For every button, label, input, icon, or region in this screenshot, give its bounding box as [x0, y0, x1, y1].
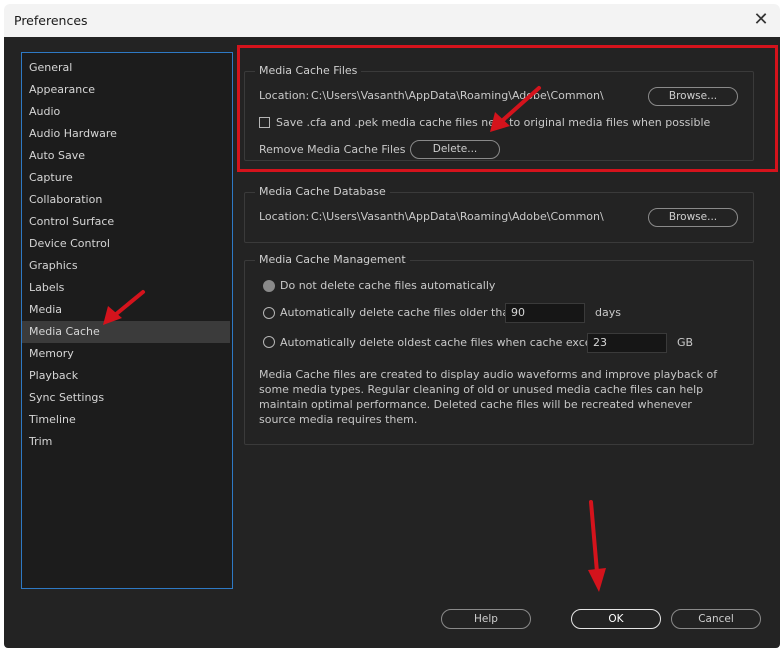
sidebar-item-media[interactable]: Media [22, 299, 230, 321]
radio-do-not-delete[interactable] [263, 280, 275, 292]
sidebar-item-collaboration[interactable]: Collaboration [22, 189, 230, 211]
media-cache-files-title: Media Cache Files [255, 63, 362, 79]
remove-cache-files-label: Remove Media Cache Files [259, 143, 406, 156]
preferences-window: Preferences ✕ General Appearance Audio A… [0, 0, 784, 652]
radio-delete-when-exceeds-label: Automatically delete oldest cache files … [280, 336, 615, 349]
radio-delete-older-than-label: Automatically delete cache files older t… [280, 306, 520, 319]
radio-delete-when-exceeds[interactable] [263, 336, 275, 348]
sidebar-item-sync-settings[interactable]: Sync Settings [22, 387, 230, 409]
window-title: Preferences [14, 13, 88, 28]
exceeds-unit: GB [677, 336, 694, 349]
delete-cache-button[interactable]: Delete... [410, 140, 500, 159]
sidebar-item-appearance[interactable]: Appearance [22, 79, 230, 101]
sidebar-item-audio[interactable]: Audio [22, 101, 230, 123]
older-than-days-input[interactable]: 90 [505, 303, 585, 323]
radio-do-not-delete-label: Do not delete cache files automatically [280, 279, 496, 292]
sidebar-item-timeline[interactable]: Timeline [22, 409, 230, 431]
cache-db-browse-button[interactable]: Browse... [648, 208, 738, 227]
radio-delete-older-than[interactable] [263, 307, 275, 319]
cache-db-location-label: Location: [259, 210, 310, 223]
sidebar-item-device-control[interactable]: Device Control [22, 233, 230, 255]
sidebar-item-audio-hardware[interactable]: Audio Hardware [22, 123, 230, 145]
sidebar-item-trim[interactable]: Trim [22, 431, 230, 453]
media-cache-management-title: Media Cache Management [255, 252, 410, 268]
older-than-unit: days [595, 306, 621, 319]
sidebar-item-auto-save[interactable]: Auto Save [22, 145, 230, 167]
sidebar-item-memory[interactable]: Memory [22, 343, 230, 365]
cache-files-location-path: C:\Users\Vasanth\AppData\Roaming\Adobe\C… [311, 89, 604, 102]
cache-files-location-label: Location: [259, 89, 310, 102]
cache-files-browse-button[interactable]: Browse... [648, 87, 738, 106]
sidebar-item-graphics[interactable]: Graphics [22, 255, 230, 277]
sidebar-item-control-surface[interactable]: Control Surface [22, 211, 230, 233]
close-icon[interactable]: ✕ [750, 9, 772, 31]
help-button[interactable]: Help [441, 609, 531, 629]
cache-db-location-path: C:\Users\Vasanth\AppData\Roaming\Adobe\C… [311, 210, 604, 223]
sidebar-item-capture[interactable]: Capture [22, 167, 230, 189]
save-next-to-original-checkbox[interactable] [259, 117, 270, 128]
media-cache-database-title: Media Cache Database [255, 184, 390, 200]
dialog-body: General Appearance Audio Audio Hardware … [4, 37, 780, 648]
save-next-to-original-label: Save .cfa and .pek media cache files nex… [276, 116, 711, 129]
title-bar: Preferences ✕ [4, 4, 780, 37]
ok-button[interactable]: OK [571, 609, 661, 629]
cancel-button[interactable]: Cancel [671, 609, 761, 629]
preferences-sidebar: General Appearance Audio Audio Hardware … [21, 52, 233, 589]
sidebar-item-general[interactable]: General [22, 57, 230, 79]
media-cache-note: Media Cache files are created to display… [259, 368, 718, 426]
sidebar-item-media-cache[interactable]: Media Cache [22, 321, 230, 343]
sidebar-item-labels[interactable]: Labels [22, 277, 230, 299]
exceeds-gb-input[interactable]: 23 [587, 333, 667, 353]
sidebar-item-playback[interactable]: Playback [22, 365, 230, 387]
